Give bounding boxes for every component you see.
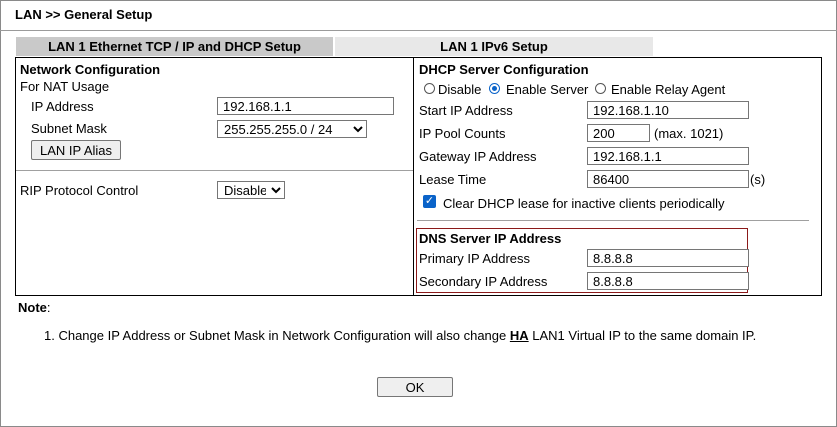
subnet-mask-label: Subnet Mask xyxy=(31,121,107,136)
note-colon: : xyxy=(46,300,51,315)
rip-protocol-select[interactable]: Disable xyxy=(217,181,285,199)
ok-button[interactable]: OK xyxy=(377,377,453,397)
subnet-mask-select[interactable]: 255.255.255.0 / 24 xyxy=(217,120,367,138)
dns-server-heading: DNS Server IP Address xyxy=(419,231,562,246)
dhcp-disable-radio[interactable] xyxy=(424,83,435,94)
start-ip-label: Start IP Address xyxy=(419,103,513,118)
rip-protocol-label: RIP Protocol Control xyxy=(20,183,139,198)
secondary-dns-input[interactable] xyxy=(587,272,749,290)
dhcp-config-heading: DHCP Server Configuration xyxy=(419,62,589,77)
gateway-ip-label: Gateway IP Address xyxy=(419,149,537,164)
network-section-divider xyxy=(16,170,413,171)
ip-pool-counts-label: IP Pool Counts xyxy=(419,126,506,141)
primary-dns-label: Primary IP Address xyxy=(419,251,531,266)
ip-address-label: IP Address xyxy=(31,99,94,114)
note-heading: Note: xyxy=(18,300,51,315)
nat-usage-label: For NAT Usage xyxy=(20,79,110,94)
note-item: 1. Change IP Address or Subnet Mask in N… xyxy=(44,328,756,343)
lan-ip-alias-button[interactable]: LAN IP Alias xyxy=(31,140,121,160)
panel-divider xyxy=(413,57,414,296)
ip-pool-counts-input[interactable] xyxy=(587,124,650,142)
page-title: LAN >> General Setup xyxy=(15,7,153,22)
ha-link[interactable]: HA xyxy=(510,328,529,343)
note-label: Note xyxy=(18,300,47,315)
dhcp-relay-agent-radio[interactable] xyxy=(595,83,606,94)
tab-lan1-ipv6[interactable]: LAN 1 IPv6 Setup xyxy=(335,37,653,56)
dhcp-enable-server-radio[interactable] xyxy=(489,83,500,94)
note-item-prefix: 1. Change IP Address or Subnet Mask in N… xyxy=(44,328,510,343)
primary-dns-input[interactable] xyxy=(587,249,749,267)
lease-time-unit: (s) xyxy=(750,172,766,187)
ip-address-input[interactable] xyxy=(217,97,394,115)
gateway-ip-input[interactable] xyxy=(587,147,749,165)
dhcp-relay-agent-label: Enable Relay Agent xyxy=(611,82,726,97)
network-config-heading: Network Configuration xyxy=(20,62,161,77)
note-item-suffix: LAN1 Virtual IP to the same domain IP. xyxy=(528,328,757,343)
lease-time-label: Lease Time xyxy=(419,172,487,187)
clear-lease-checkbox[interactable]: ✓ xyxy=(423,195,436,208)
clear-lease-label: Clear DHCP lease for inactive clients pe… xyxy=(443,196,725,211)
dhcp-enable-server-label: Enable Server xyxy=(506,82,589,97)
secondary-dns-label: Secondary IP Address xyxy=(419,274,548,289)
title-divider xyxy=(0,30,837,31)
lease-time-input[interactable] xyxy=(587,170,749,188)
dhcp-disable-label: Disable xyxy=(438,82,482,97)
dhcp-section-divider xyxy=(417,220,809,221)
tab-lan1-ethernet[interactable]: LAN 1 Ethernet TCP / IP and DHCP Setup xyxy=(16,37,333,56)
ip-pool-max-label: (max. 1021) xyxy=(654,126,724,141)
start-ip-input[interactable] xyxy=(587,101,749,119)
